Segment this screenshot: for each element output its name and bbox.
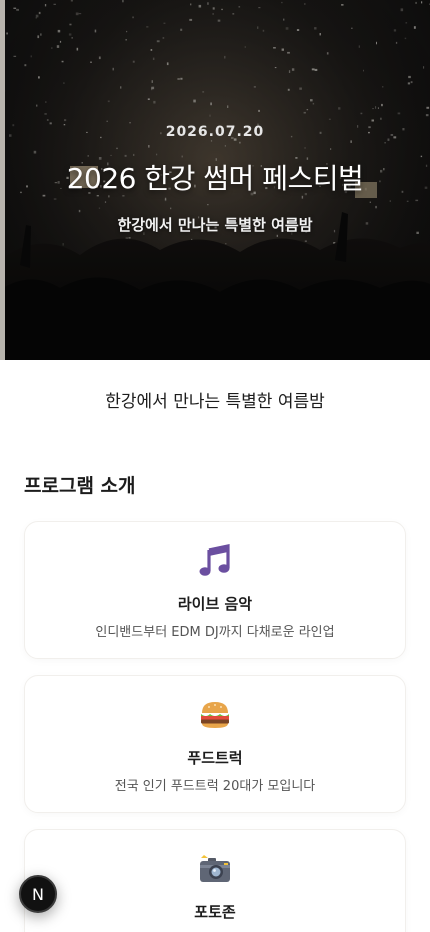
camera-icon [25, 852, 405, 886]
burger-icon [25, 698, 405, 732]
festival-title: 2026 한강 썸머 페스티벌 [66, 162, 364, 195]
event-date: 2026.07.20 [165, 124, 265, 140]
program-card-photo-zone[interactable]: 포토존 [24, 829, 406, 932]
music-notes-icon [25, 544, 405, 578]
program-card-description: 인디밴드부터 EDM DJ까지 다채로운 라인업 [95, 625, 335, 640]
n-badge-button[interactable]: N [19, 875, 57, 913]
hero-banner: 2026.07.20 2026 한강 썸머 페스티벌 한강에서 만나는 특별한 … [0, 0, 430, 360]
program-card-title: 라이브 음악 [177, 595, 253, 613]
hero-subtitle: 한강에서 만나는 특별한 여름밤 [117, 216, 313, 234]
program-section-title: 프로그램 소개 [24, 475, 136, 497]
program-card-food-truck[interactable]: 푸드트럭 전국 인기 푸드트럭 20대가 모입니다 [24, 675, 406, 813]
program-card-live-music[interactable]: 라이브 음악 인디밴드부터 EDM DJ까지 다채로운 라인업 [24, 521, 406, 659]
program-card-title: 푸드트럭 [187, 749, 243, 767]
tagline: 한강에서 만나는 특별한 여름밤 [105, 392, 325, 412]
program-card-description: 전국 인기 푸드트럭 20대가 모입니다 [114, 779, 316, 794]
program-card-title: 포토존 [194, 903, 236, 921]
